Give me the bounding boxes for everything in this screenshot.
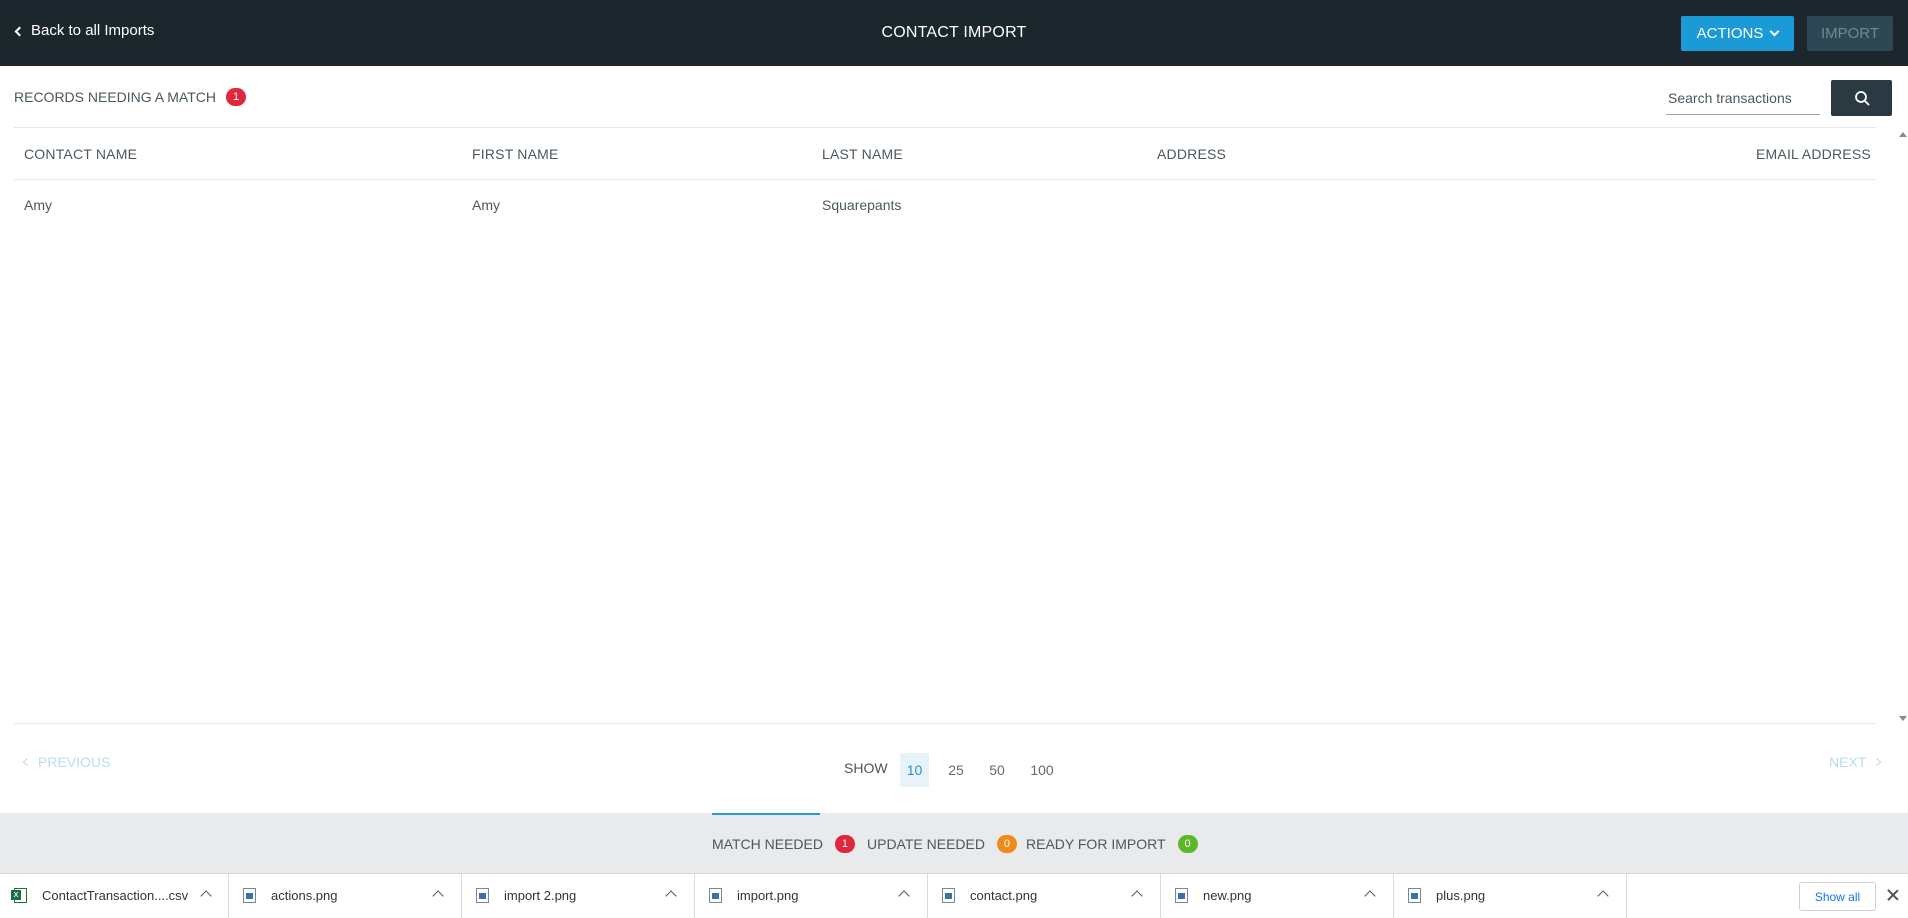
actions-button-label: ACTIONS <box>1696 25 1764 42</box>
download-name: actions.png <box>271 888 338 903</box>
tab-label: READY FOR IMPORT <box>1026 836 1166 852</box>
page-size-50[interactable]: 50 <box>983 753 1011 787</box>
image-file-icon <box>243 888 256 903</box>
page-size-100[interactable]: 100 <box>1025 753 1059 787</box>
column-header-email-address[interactable]: EMAIL ADDRESS <box>1756 146 1871 162</box>
page-size-10[interactable]: 10 <box>900 753 929 787</box>
actions-button[interactable]: ACTIONS <box>1681 16 1794 51</box>
chevron-up-icon[interactable] <box>898 890 910 902</box>
download-item[interactable]: ContactTransaction....csv <box>0 874 229 918</box>
page-title: CONTACT IMPORT <box>881 24 1027 41</box>
image-file-icon <box>942 888 955 903</box>
download-name: import 2.png <box>504 888 577 903</box>
image-file-icon <box>709 888 722 903</box>
import-button[interactable]: IMPORT <box>1807 16 1893 51</box>
chevron-right-icon <box>1873 757 1882 767</box>
search-icon <box>1854 91 1869 106</box>
chevron-up-icon[interactable] <box>432 890 444 902</box>
table-row[interactable]: Amy Amy Squarepants <box>14 180 1876 230</box>
status-tab-bar: MATCH NEEDED 1 UPDATE NEEDED 0 READY FOR… <box>0 813 1908 873</box>
chevron-up-icon[interactable] <box>1597 890 1609 902</box>
close-icon[interactable] <box>1885 887 1901 903</box>
records-count-badge: 1 <box>226 88 246 106</box>
download-name: plus.png <box>1436 888 1486 903</box>
download-item[interactable]: new.png <box>1161 874 1394 918</box>
tab-label: MATCH NEEDED <box>712 836 823 852</box>
download-item[interactable]: actions.png <box>229 874 462 918</box>
download-item[interactable]: import 2.png <box>462 874 695 918</box>
table-scrollbar[interactable] <box>1896 128 1908 725</box>
chevron-up-icon[interactable] <box>1364 890 1376 902</box>
cell-contact-name: Amy <box>24 197 52 213</box>
download-name: import.png <box>737 888 799 903</box>
tab-ready-for-import[interactable]: READY FOR IMPORT 0 <box>1026 835 1198 853</box>
search-input[interactable] <box>1666 82 1820 114</box>
column-header-last-name[interactable]: LAST NAME <box>822 146 903 162</box>
column-header-address[interactable]: ADDRESS <box>1157 146 1226 162</box>
chevron-up-icon[interactable] <box>200 890 212 902</box>
top-bar: Back to all Imports CONTACT IMPORT ACTIO… <box>0 0 1908 66</box>
tab-count-badge: 0 <box>996 835 1017 853</box>
scroll-up-arrow-icon[interactable] <box>1899 132 1907 137</box>
next-label: NEXT <box>1829 754 1867 770</box>
download-item[interactable]: plus.png <box>1394 874 1627 918</box>
records-heading: RECORDS NEEDING A MATCH 1 <box>14 88 246 106</box>
download-item[interactable]: contact.png <box>928 874 1161 918</box>
download-item[interactable]: import.png <box>695 874 928 918</box>
next-page-link[interactable]: NEXT <box>1829 754 1882 770</box>
downloads-shelf: ContactTransaction....csv actions.png im… <box>0 873 1908 918</box>
previous-label: PREVIOUS <box>38 754 111 770</box>
table-header: CONTACT NAME FIRST NAME LAST NAME ADDRES… <box>14 128 1876 180</box>
tab-label: UPDATE NEEDED <box>867 836 985 852</box>
records-title: RECORDS NEEDING A MATCH <box>14 89 216 105</box>
chevron-left-icon <box>22 757 32 767</box>
active-tab-indicator <box>712 813 820 815</box>
download-name: new.png <box>1203 888 1252 903</box>
tab-match-needed[interactable]: MATCH NEEDED 1 <box>712 835 855 853</box>
search-button[interactable] <box>1831 80 1892 116</box>
tab-update-needed[interactable]: UPDATE NEEDED 0 <box>867 835 1017 853</box>
show-all-downloads-button[interactable]: Show all <box>1799 882 1876 911</box>
search-field-wrapper <box>1666 82 1820 115</box>
download-name: contact.png <box>970 888 1038 903</box>
scroll-down-arrow-icon[interactable] <box>1899 716 1907 721</box>
image-file-icon <box>1408 888 1421 903</box>
download-name: ContactTransaction....csv <box>42 888 189 903</box>
tab-count-badge: 0 <box>1177 835 1198 853</box>
csv-file-icon <box>11 888 27 903</box>
image-file-icon <box>476 888 489 903</box>
cell-last-name: Squarepants <box>822 197 902 213</box>
column-header-contact-name[interactable]: CONTACT NAME <box>24 146 137 162</box>
image-file-icon <box>1175 888 1188 903</box>
show-label: SHOW <box>844 760 888 776</box>
chevron-up-icon[interactable] <box>665 890 677 902</box>
column-header-first-name[interactable]: FIRST NAME <box>472 146 559 162</box>
records-table: CONTACT NAME FIRST NAME LAST NAME ADDRES… <box>14 127 1876 724</box>
previous-page-link[interactable]: PREVIOUS <box>22 754 111 770</box>
cell-first-name: Amy <box>472 197 500 213</box>
chevron-up-icon[interactable] <box>1131 890 1143 902</box>
chevron-down-icon <box>1769 26 1780 37</box>
page-size-25[interactable]: 25 <box>942 753 970 787</box>
tab-count-badge: 1 <box>834 835 855 853</box>
